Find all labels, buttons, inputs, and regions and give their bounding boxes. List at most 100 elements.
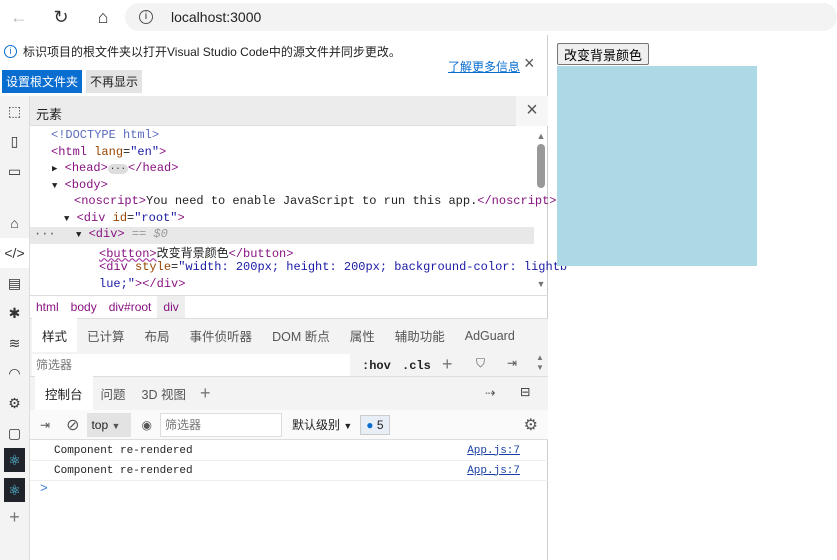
- log-level-select[interactable]: 默认级别 ▼: [292, 416, 352, 433]
- context-select[interactable]: top ▼: [87, 412, 132, 437]
- console-toolbar: ⇥ ⊘ top ▼ ◉ 默认级别 ▼ ● 5 ⚙: [30, 410, 548, 440]
- collapse-icon[interactable]: ▼: [52, 181, 57, 191]
- breadcrumb-html[interactable]: html: [30, 296, 65, 318]
- styles-scrollbar[interactable]: ▲ ▼: [536, 353, 544, 373]
- tag: <noscript>: [74, 194, 147, 208]
- devtools: i 标识项目的根文件夹以打开Visual Studio Code中的源文件并同步…: [0, 35, 567, 560]
- dom-doctype[interactable]: <!DOCTYPE html>: [30, 128, 534, 145]
- memory-icon[interactable]: ⚙: [0, 388, 29, 418]
- tab-styles[interactable]: 样式: [32, 318, 78, 353]
- ellipsis-icon[interactable]: ···: [107, 164, 129, 174]
- tab-computed[interactable]: 已计算: [87, 326, 125, 345]
- tag: </head>: [128, 161, 179, 175]
- inspect-icon[interactable]: ⬚: [0, 96, 29, 126]
- dom-head[interactable]: ▶ <head> ··· </head>: [30, 161, 534, 178]
- settings-gear-icon[interactable]: ⚙: [524, 415, 538, 435]
- tab-dom-breakpoints[interactable]: DOM 断点: [272, 326, 330, 345]
- add-tab-icon[interactable]: +: [200, 383, 211, 404]
- more-tools-icon[interactable]: +: [0, 502, 29, 532]
- tab-event-listeners[interactable]: 事件侦听器: [190, 326, 253, 345]
- log-level-value: 默认级别: [291, 418, 340, 432]
- welcome-icon[interactable]: ⌂: [0, 208, 29, 238]
- new-rule-icon[interactable]: +: [442, 354, 453, 375]
- console-filter-input[interactable]: [159, 412, 282, 437]
- home-icon[interactable]: ⌂: [88, 7, 118, 28]
- collapse-icon[interactable]: ▼: [76, 230, 81, 240]
- tab-adguard[interactable]: AdGuard: [465, 329, 515, 343]
- tab-properties[interactable]: 属性: [350, 326, 375, 345]
- sidebar-icon[interactable]: ⇥: [40, 418, 50, 432]
- elements-header: 元素 ×: [30, 96, 548, 126]
- tag: <body>: [64, 177, 108, 192]
- tag: <div>: [88, 227, 125, 241]
- dom-div-selected[interactable]: ··· ▼ <div> == $0: [30, 227, 534, 244]
- tab-3d-view[interactable]: 3D 视图: [142, 384, 186, 403]
- live-expression-icon[interactable]: ◉: [141, 418, 151, 432]
- dom-html[interactable]: <html lang="en">: [30, 145, 534, 162]
- learn-more-link[interactable]: 了解更多信息: [448, 58, 520, 75]
- message-count-badge[interactable]: ● 5: [360, 414, 390, 435]
- dom-div-root[interactable]: ▼ <div id="root">: [30, 211, 534, 228]
- page-viewport: 改变背景颜色: [549, 35, 837, 560]
- dont-show-again-button[interactable]: 不再显示: [86, 70, 143, 93]
- expand-icon[interactable]: ▶: [52, 164, 57, 174]
- format-icon[interactable]: ⛉: [476, 356, 485, 371]
- sources-icon[interactable]: ✱: [0, 298, 29, 328]
- source-link[interactable]: App.js:7: [467, 445, 520, 457]
- dock-drawer-icon[interactable]: ⇢: [485, 385, 495, 400]
- val: "en": [130, 144, 160, 159]
- breadcrumb-body[interactable]: body: [65, 296, 103, 318]
- close-icon[interactable]: ×: [524, 53, 535, 74]
- sidebar-toggle-icon[interactable]: ⇥: [507, 356, 517, 370]
- tab-accessibility[interactable]: 辅助功能: [395, 326, 445, 345]
- tag: <head>: [64, 161, 108, 175]
- performance-icon[interactable]: ◠: [0, 358, 29, 388]
- tab-issues[interactable]: 问题: [101, 384, 126, 403]
- console-icon[interactable]: ▤: [0, 268, 29, 298]
- close-drawer-icon[interactable]: ⊟: [520, 384, 530, 399]
- more-icon[interactable]: ···: [34, 227, 56, 241]
- source-link[interactable]: App.js:7: [467, 465, 520, 477]
- react-profiler-icon[interactable]: ⚛: [4, 478, 25, 502]
- styles-tabs: 样式 已计算 布局 事件侦听器 DOM 断点 属性 辅助功能 AdGuard: [30, 318, 548, 353]
- panel-title: 元素: [36, 107, 63, 122]
- tag: <div: [99, 260, 128, 274]
- network-icon[interactable]: ≋: [0, 328, 29, 358]
- dom-noscript[interactable]: <noscript>You need to enable JavaScript …: [30, 194, 557, 211]
- back-icon[interactable]: ←: [4, 7, 34, 28]
- hov-button[interactable]: :hov: [362, 359, 391, 373]
- dom-div-style[interactable]: <div style="width: 200px; height: 200px;…: [30, 260, 567, 277]
- cls-button[interactable]: .cls: [402, 359, 431, 373]
- tag: <html: [51, 144, 88, 159]
- dom-scrollbar[interactable]: ▲ ▼: [535, 131, 547, 289]
- dock-icon[interactable]: ▭: [0, 156, 29, 186]
- application-icon[interactable]: ▢: [0, 418, 29, 448]
- console-messages: Component re-rendered App.js:7 Component …: [30, 441, 548, 501]
- device-emulation-icon[interactable]: ▯: [0, 126, 29, 156]
- text: You need to enable JavaScript to run thi…: [146, 194, 478, 208]
- refresh-icon[interactable]: ↻: [46, 7, 76, 28]
- dom-button[interactable]: <button>改变背景颜色</button>: [30, 244, 534, 261]
- react-components-icon[interactable]: ⚛: [4, 448, 25, 472]
- info-icon: i: [4, 45, 17, 58]
- close-panel-icon[interactable]: ×: [516, 96, 548, 126]
- breadcrumb-div-root[interactable]: div#root: [103, 296, 158, 318]
- breadcrumb-div[interactable]: div: [157, 296, 185, 318]
- tab-layout[interactable]: 布局: [145, 326, 170, 345]
- styles-filter-input[interactable]: [32, 354, 350, 376]
- styles-toolbar: :hov .cls + ⛉ ⇥ ▲▼: [30, 352, 548, 377]
- console-prompt[interactable]: >: [30, 481, 548, 501]
- text: 改变背景颜色: [156, 245, 229, 260]
- infobar: i 标识项目的根文件夹以打开Visual Studio Code中的源文件并同步…: [0, 35, 548, 95]
- dom-body[interactable]: ▼ <body>: [30, 178, 534, 195]
- tab-console[interactable]: 控制台: [35, 376, 93, 411]
- val: lue;": [99, 276, 136, 291]
- clear-console-icon[interactable]: ⊘: [66, 415, 79, 435]
- address-bar[interactable]: i localhost:3000: [125, 3, 837, 31]
- collapse-icon[interactable]: ▼: [64, 214, 69, 224]
- elements-icon[interactable]: </>: [0, 238, 29, 268]
- set-root-folder-button[interactable]: 设置根文件夹: [2, 70, 83, 93]
- browser-toolbar: ← ↻ ⌂ i localhost:3000: [0, 0, 837, 35]
- console-message: Component re-rendered App.js:7: [30, 441, 548, 461]
- change-background-button[interactable]: 改变背景颜色: [557, 43, 650, 65]
